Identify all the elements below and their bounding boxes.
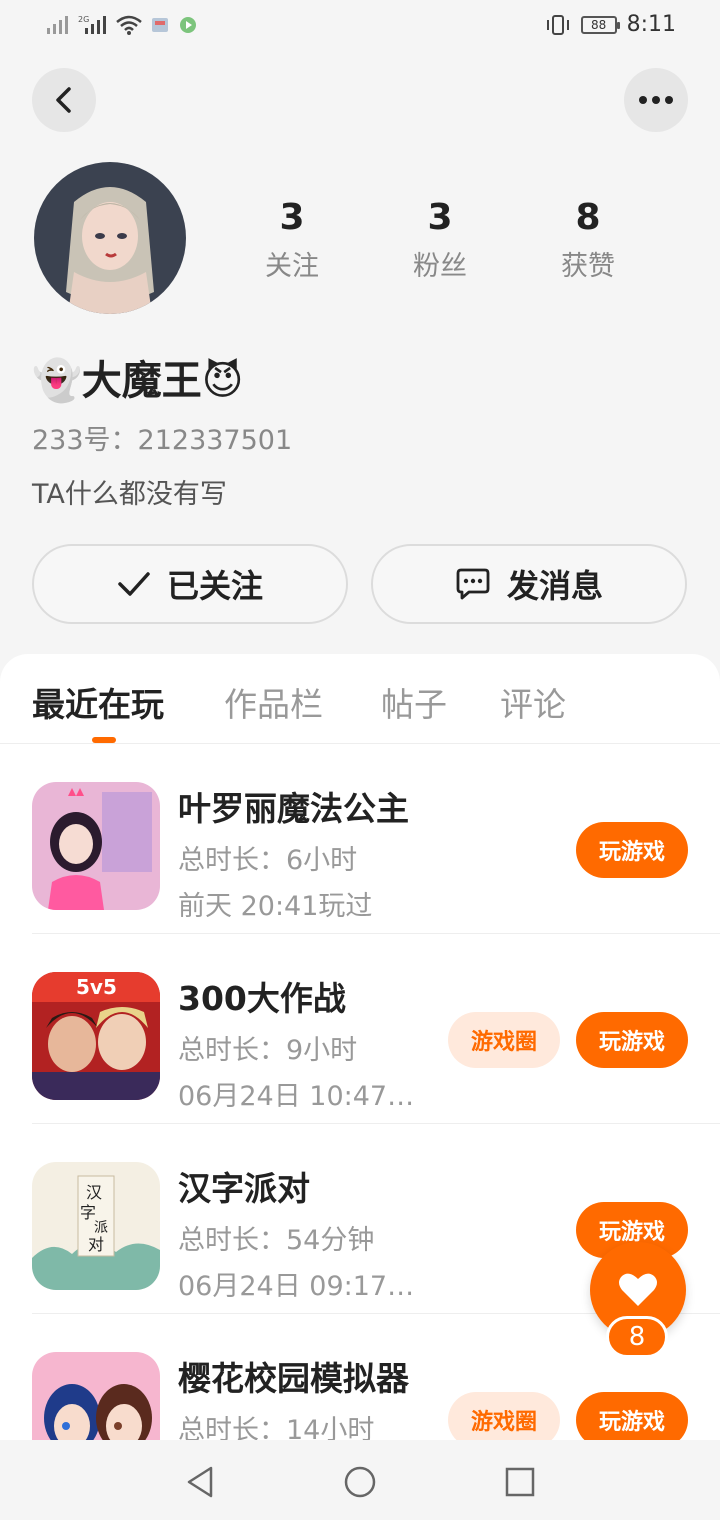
nav-home-button[interactable]: [340, 1462, 380, 1502]
status-icons-left: 2G: [46, 14, 198, 36]
like-count: 8: [606, 1316, 668, 1358]
game-icon-sakura[interactable]: [32, 1352, 160, 1444]
tab-recent-played[interactable]: 最近在玩: [32, 678, 164, 726]
game-title: 汉字派对: [178, 1169, 310, 1208]
game-title: 叶罗丽魔法公主: [178, 789, 409, 828]
svg-text:派: 派: [94, 1220, 108, 1236]
svg-text:5v5: 5v5: [76, 975, 117, 999]
tab-comments[interactable]: 评论: [500, 678, 566, 726]
stat-fans-label: 粉丝: [413, 251, 467, 282]
game-circle-button[interactable]: 游戏圈: [448, 1012, 560, 1068]
game-art: 5v5: [32, 972, 160, 1100]
stat-fans[interactable]: 3 粉丝: [385, 196, 495, 283]
game-title: 300大作战: [178, 979, 346, 1018]
status-bar: 2G 88 8:11: [0, 0, 720, 56]
system-nav-bar: [0, 1440, 720, 1520]
svg-text:汉: 汉: [86, 1183, 102, 1202]
game-icon-300[interactable]: 5v5: [32, 972, 160, 1100]
game-title: 樱花校园模拟器: [178, 1359, 409, 1398]
avatar[interactable]: [34, 162, 186, 314]
user-bio: TA什么都没有写: [32, 479, 227, 510]
game-duration: 总时长：9小时: [178, 1035, 358, 1066]
game-last-played: 06月24日 10:47玩过: [178, 1081, 418, 1112]
status-icons-right: 88 8:11: [545, 12, 676, 37]
message-label: 发消息: [506, 567, 603, 605]
game-last-played: 前天 20:41玩过: [178, 891, 373, 922]
stat-following[interactable]: 3 关注: [237, 196, 347, 283]
game-icon-hanzi[interactable]: 汉 字 派 对: [32, 1162, 160, 1290]
heart-icon: [619, 1273, 657, 1306]
stat-following-label: 关注: [265, 251, 319, 282]
username: 👻大魔王😈: [32, 358, 244, 404]
game-duration: 总时长：14小时: [178, 1415, 375, 1444]
game-circle-button[interactable]: 游戏圈: [448, 1392, 560, 1444]
game-row[interactable]: 叶罗丽魔法公主 总时长：6小时 前天 20:41玩过 玩游戏: [0, 744, 720, 934]
game-duration: 总时长：54分钟: [178, 1225, 375, 1256]
followed-label: 已关注: [166, 567, 263, 605]
stat-likes[interactable]: 8 获赞: [533, 196, 643, 283]
battery-icon: 88: [580, 15, 620, 34]
stat-fans-value: 3: [427, 197, 453, 238]
followed-button[interactable]: 已关注: [32, 544, 348, 624]
user-id: 233号：212337501: [32, 425, 293, 456]
game-art: [32, 1352, 160, 1444]
svg-text:对: 对: [88, 1235, 104, 1254]
checkmark-icon: [118, 572, 150, 596]
svg-text:2G: 2G: [78, 15, 89, 24]
signal-icon: [47, 16, 68, 34]
app-notification-icon: [152, 18, 168, 32]
tab-posts[interactable]: 帖子: [381, 678, 447, 726]
back-button[interactable]: [32, 68, 96, 132]
stat-following-value: 3: [279, 197, 305, 238]
signal-2g-icon: 2G: [78, 15, 106, 34]
play-game-button[interactable]: 玩游戏: [576, 1012, 688, 1068]
stat-likes-value: 8: [575, 197, 601, 238]
vibrate-icon: [546, 14, 569, 35]
game-art: 汉 字 派 对: [32, 1162, 160, 1290]
game-art: [32, 782, 160, 910]
tab-indicator: [92, 737, 116, 743]
video-notification-icon: [180, 17, 196, 33]
tab-works[interactable]: 作品栏: [224, 678, 323, 726]
stat-likes-label: 获赞: [561, 251, 615, 282]
more-dots-icon: [639, 96, 673, 104]
nav-recents-icon: [505, 1467, 535, 1497]
play-game-button[interactable]: 玩游戏: [576, 822, 688, 878]
nav-recents-button[interactable]: [500, 1462, 540, 1502]
status-time: 8:11: [626, 12, 676, 37]
tab-bar: 最近在玩 作品栏 帖子 评论: [0, 654, 720, 744]
avatar-illustration: [34, 162, 186, 314]
wifi-icon: [116, 15, 142, 35]
game-row[interactable]: 5v5 300大作战 总时长：9小时 06月24日 10:47玩过 游戏圈 玩游…: [0, 934, 720, 1124]
game-icon-yeluoli[interactable]: [32, 782, 160, 910]
game-last-played: 06月24日 09:17玩过: [178, 1271, 418, 1302]
nav-home-icon: [344, 1466, 376, 1498]
back-arrow-icon: [56, 87, 71, 113]
more-button[interactable]: [624, 68, 688, 132]
chat-bubble-icon: [456, 568, 490, 600]
game-duration: 总时长：6小时: [178, 845, 358, 876]
nav-back-icon: [187, 1466, 213, 1498]
play-game-button[interactable]: 玩游戏: [576, 1392, 688, 1444]
message-button[interactable]: 发消息: [371, 544, 687, 624]
nav-back-button[interactable]: [180, 1462, 220, 1502]
